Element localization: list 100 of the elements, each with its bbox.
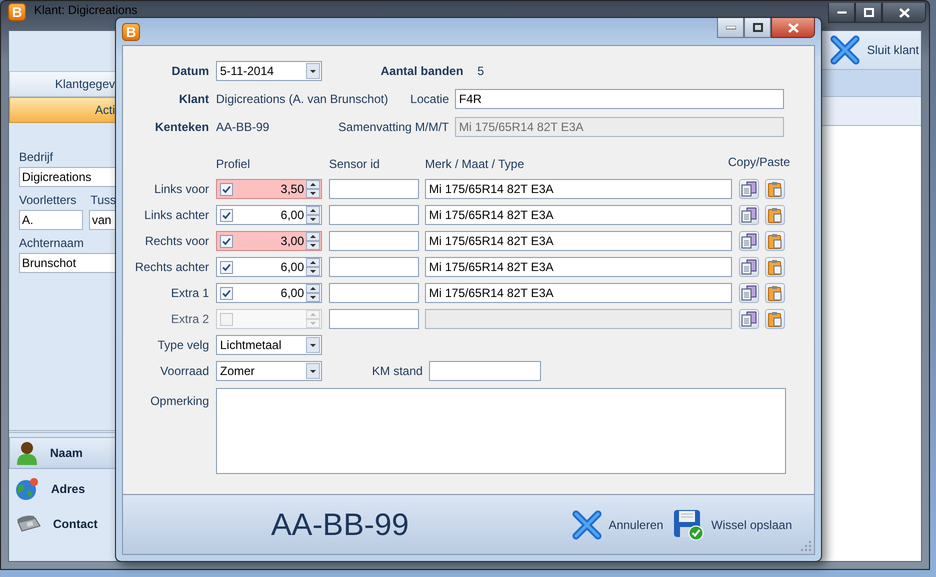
stock-dropdown[interactable]: Zomer	[216, 361, 322, 381]
maximize-button[interactable]	[744, 18, 771, 38]
maximize-button[interactable]	[855, 3, 882, 23]
field-label: Locatie	[410, 92, 449, 106]
close-icon	[830, 35, 860, 65]
copy-icon	[741, 285, 757, 301]
initials-field[interactable]: A.	[19, 210, 83, 230]
checkbox[interactable]	[220, 234, 233, 248]
tire-type-field[interactable]: Mi 175/65R14 82T E3A	[425, 283, 732, 303]
nav-item[interactable]: Adres	[9, 474, 116, 504]
close-button[interactable]	[771, 18, 815, 38]
spin-arrows-icon[interactable]	[306, 258, 320, 276]
copy-icon	[741, 259, 757, 275]
nav-item[interactable]: Contact	[9, 509, 116, 539]
globe-icon	[15, 477, 39, 501]
copy-button[interactable]	[739, 231, 759, 251]
spin-arrows-icon[interactable]	[306, 180, 320, 198]
resize-grip-icon[interactable]	[801, 541, 811, 551]
tire-label: Links achter	[143, 208, 209, 222]
tire-type-field[interactable]	[425, 309, 732, 329]
plate-value: AA-BB-99	[216, 120, 270, 134]
profile-spinner[interactable]: 6,00	[216, 205, 322, 225]
profile-spinner[interactable]: 6,00	[216, 257, 322, 277]
sensor-field[interactable]	[329, 179, 419, 199]
checkbox[interactable]	[220, 182, 233, 196]
tire-type-field[interactable]: Mi 175/65R14 82T E3A	[425, 179, 732, 199]
maximize-icon	[864, 8, 874, 17]
profile-spinner[interactable]: 3,00	[216, 231, 322, 251]
rim-type-dropdown[interactable]: Lichtmetaal	[216, 335, 322, 355]
copy-icon	[741, 181, 757, 197]
tire-type-field[interactable]: Mi 175/65R14 82T E3A	[425, 205, 732, 225]
field-label: Type velg	[156, 338, 209, 352]
sensor-field[interactable]	[329, 205, 419, 225]
sensor-field[interactable]	[329, 309, 419, 329]
caret-icon	[306, 63, 320, 79]
close-client-button[interactable]: Sluit klant	[830, 35, 919, 65]
sensor-field[interactable]	[329, 283, 419, 303]
paste-icon	[767, 311, 783, 327]
spin-arrows-icon[interactable]	[306, 284, 320, 302]
tire-type-field[interactable]: Mi 175/65R14 82T E3A	[425, 231, 732, 251]
field-label: Samenvatting M/M/T	[338, 120, 449, 134]
remark-field[interactable]	[216, 388, 786, 474]
checkbox[interactable]	[220, 260, 233, 274]
person-icon	[16, 441, 38, 465]
mileage-field[interactable]	[428, 361, 541, 381]
field-label: Opmerking	[149, 394, 209, 408]
cancel-button[interactable]: Annuleren	[572, 509, 664, 540]
copy-button[interactable]	[739, 309, 759, 329]
profile-spinner[interactable]: 3,50	[216, 179, 322, 199]
customer-value: Digicreations (A. van Brunschot)	[216, 92, 388, 106]
plate-display: AA-BB-99	[271, 506, 409, 542]
column-header: Merk / Maat / Type	[425, 157, 526, 171]
paste-button[interactable]	[765, 231, 785, 251]
checkbox[interactable]	[220, 286, 233, 300]
sensor-field[interactable]	[329, 231, 419, 251]
profile-spinner[interactable]: 6,00	[216, 283, 322, 303]
date-dropdown[interactable]: 5-11-2014	[216, 61, 322, 81]
panel-tab[interactable]: Acti	[9, 97, 116, 123]
column-header: Profiel	[216, 157, 252, 171]
paste-icon	[767, 207, 783, 223]
close-icon	[788, 22, 798, 32]
surname-field[interactable]: Brunschot	[19, 253, 116, 273]
paste-icon	[767, 233, 783, 249]
column-header: Copy/Paste	[728, 154, 790, 168]
location-field[interactable]: F4R	[455, 89, 784, 109]
tire-label: Rechts achter	[134, 260, 209, 274]
copy-button[interactable]	[739, 283, 759, 303]
column-header: Sensor id	[329, 157, 381, 171]
tire-count-value: 5	[477, 64, 484, 78]
phone-icon	[15, 514, 41, 534]
infix-field[interactable]: van	[89, 210, 116, 230]
company-field[interactable]: Digicreations	[19, 167, 116, 187]
sensor-field[interactable]	[329, 257, 419, 277]
panel-tab[interactable]: Klantgegev	[9, 71, 116, 97]
spin-arrows-icon[interactable]	[306, 206, 320, 224]
paste-button[interactable]	[765, 257, 785, 277]
nav-item[interactable]: Naam	[9, 437, 116, 469]
checkbox[interactable]	[220, 208, 233, 222]
paste-button[interactable]	[765, 309, 785, 329]
tire-type-field[interactable]: Mi 175/65R14 82T E3A	[425, 257, 732, 277]
field-label: Voorletters	[19, 193, 78, 207]
paste-button[interactable]	[765, 179, 785, 199]
maximize-icon	[752, 23, 762, 32]
minimize-button[interactable]	[828, 3, 855, 23]
field-label: Klant	[178, 92, 209, 106]
paste-button[interactable]	[765, 205, 785, 225]
paste-icon	[767, 259, 783, 275]
copy-button[interactable]	[739, 179, 759, 199]
copy-icon	[741, 233, 757, 249]
tire-label: Extra 1	[170, 286, 209, 300]
close-button[interactable]	[882, 3, 926, 23]
paste-button[interactable]	[765, 283, 785, 303]
copy-button[interactable]	[739, 257, 759, 277]
save-button[interactable]: Wissel opslaan	[673, 509, 792, 540]
caret-icon	[306, 363, 320, 379]
spin-arrows-icon[interactable]	[306, 232, 320, 250]
copy-icon	[741, 207, 757, 223]
copy-button[interactable]	[739, 205, 759, 225]
copy-icon	[741, 311, 757, 327]
window-title: Klant: Digicreations	[34, 4, 138, 17]
